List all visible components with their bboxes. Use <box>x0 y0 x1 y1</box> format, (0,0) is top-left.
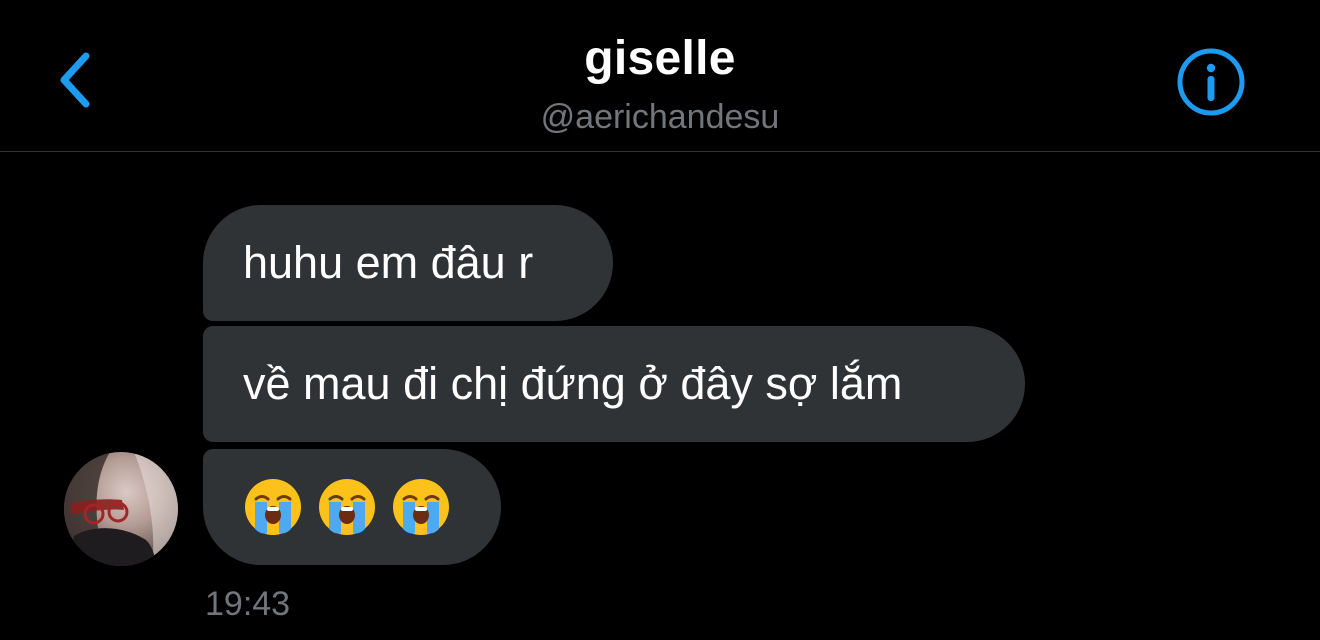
info-button[interactable] <box>1174 45 1248 119</box>
loudly-crying-face-icon <box>393 479 449 535</box>
loudly-crying-face-icon <box>319 479 375 535</box>
conversation-header: giselle @aerichandesu <box>0 0 1320 152</box>
back-button[interactable] <box>52 44 104 116</box>
conversation-title: giselle <box>584 32 736 85</box>
message-bubble[interactable]: huhu em đâu r <box>203 205 613 321</box>
info-icon <box>1174 45 1248 119</box>
conversation-title-block[interactable]: giselle @aerichandesu <box>360 28 960 140</box>
loudly-crying-face-icon <box>245 479 301 535</box>
message-bubble[interactable]: về mau đi chị đứng ở đây sợ lắm <box>203 326 1025 442</box>
message-bubble-emoji[interactable] <box>203 449 501 565</box>
chevron-left-icon <box>52 44 104 116</box>
emoji-row <box>243 449 461 565</box>
message-text: huhu em đâu r <box>243 237 534 288</box>
message-timestamp: 19:43 <box>205 585 291 623</box>
message-text: về mau đi chị đứng ở đây sợ lắm <box>243 358 903 409</box>
avatar[interactable] <box>64 452 178 566</box>
conversation-handle: @aerichandesu <box>540 98 780 136</box>
